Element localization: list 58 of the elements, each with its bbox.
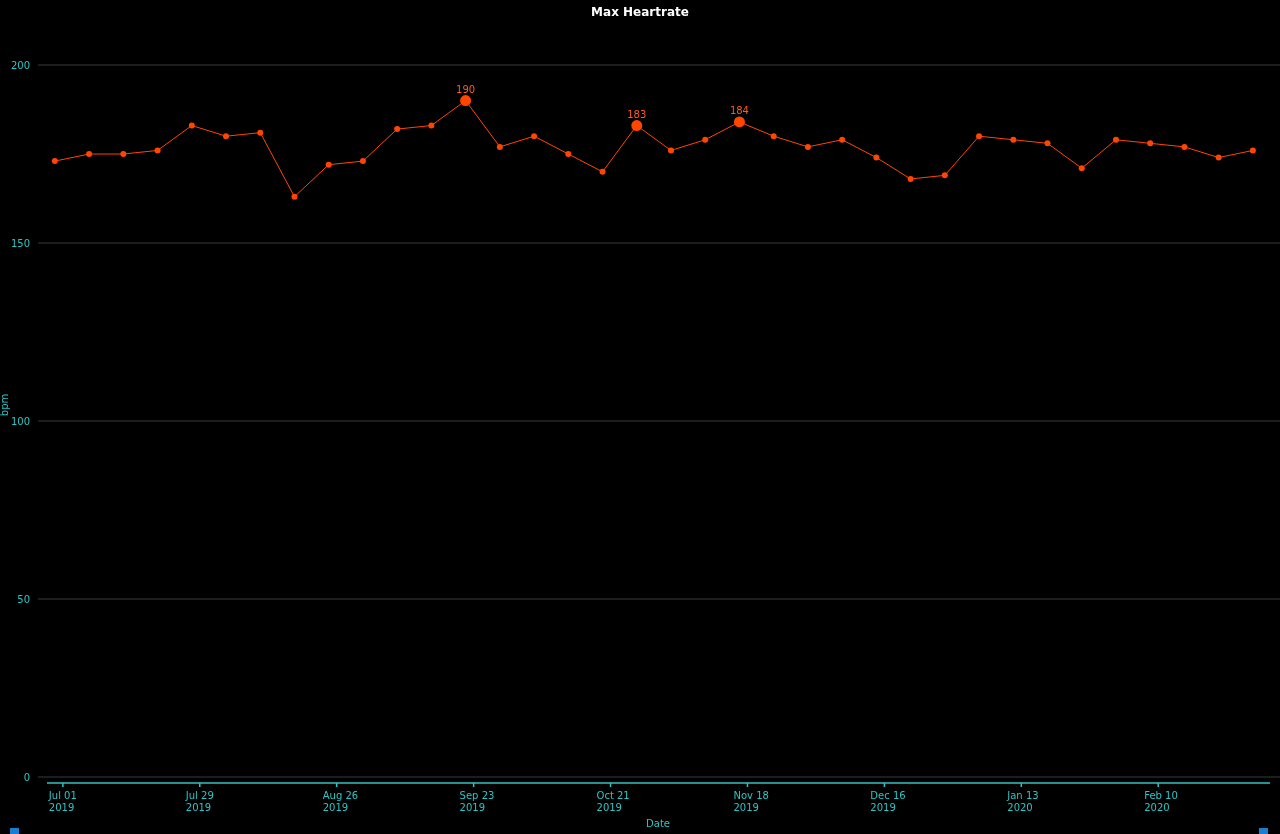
data-label: 184 <box>729 104 749 116</box>
data-point <box>770 133 777 140</box>
data-point <box>976 133 983 140</box>
data-point <box>428 122 435 129</box>
data-point <box>1181 143 1188 150</box>
data-point <box>120 151 127 157</box>
data-point <box>394 126 401 133</box>
data-point <box>1010 136 1017 143</box>
data-point <box>257 129 264 136</box>
chart-title: Max Heartrate <box>591 5 689 19</box>
range-handle[interactable] <box>10 828 19 834</box>
x-tick-label: Aug 26 2019 <box>322 790 359 813</box>
data-point <box>291 193 298 200</box>
data-point <box>51 158 58 165</box>
data-point <box>1249 147 1256 154</box>
data-point <box>460 95 472 107</box>
data-point <box>631 120 643 131</box>
y-axis-label: bpm <box>0 393 10 417</box>
y-tick-label: 200 <box>10 60 30 71</box>
data-point <box>1112 136 1119 143</box>
x-tick-label: Nov 18 2019 <box>733 790 769 813</box>
x-axis-label: Date <box>646 818 670 829</box>
data-point <box>223 133 229 140</box>
data-point <box>154 147 161 154</box>
data-point <box>873 154 880 161</box>
data-point <box>839 136 846 143</box>
data-point <box>359 158 366 165</box>
x-tick-label: Jan 13 2020 <box>1007 790 1039 813</box>
range-handle[interactable] <box>1259 828 1268 834</box>
data-point <box>907 175 914 182</box>
data-point <box>599 168 606 175</box>
y-tick-label: 150 <box>10 238 30 249</box>
data-point <box>86 151 93 157</box>
x-tick-label: Jul 01 2019 <box>48 790 77 813</box>
data-point <box>565 151 572 157</box>
x-tick-label: Feb 10 2020 <box>1144 790 1178 813</box>
data-point <box>1078 165 1085 172</box>
x-tick-label: Oct 21 2019 <box>596 790 630 813</box>
data-point <box>531 133 538 140</box>
data-point <box>325 161 332 168</box>
y-tick-label: 50 <box>17 594 30 605</box>
data-point <box>1215 154 1222 161</box>
data-point <box>668 147 674 154</box>
data-point <box>1147 140 1154 147</box>
data-point <box>1044 140 1051 147</box>
x-tick-label: Dec 16 2019 <box>870 790 906 813</box>
data-point <box>941 172 948 179</box>
data-point <box>733 116 745 128</box>
data-label: 190 <box>456 83 476 95</box>
y-tick-label: 0 <box>23 772 30 783</box>
data-point <box>188 122 195 129</box>
y-tick-label: 100 <box>10 416 30 427</box>
data-label: 183 <box>627 108 647 120</box>
data-point <box>702 136 709 143</box>
data-point <box>804 143 811 150</box>
data-point <box>496 143 503 150</box>
x-tick-label: Sep 23 2019 <box>459 790 495 813</box>
x-tick-label: Jul 29 2019 <box>185 790 214 813</box>
